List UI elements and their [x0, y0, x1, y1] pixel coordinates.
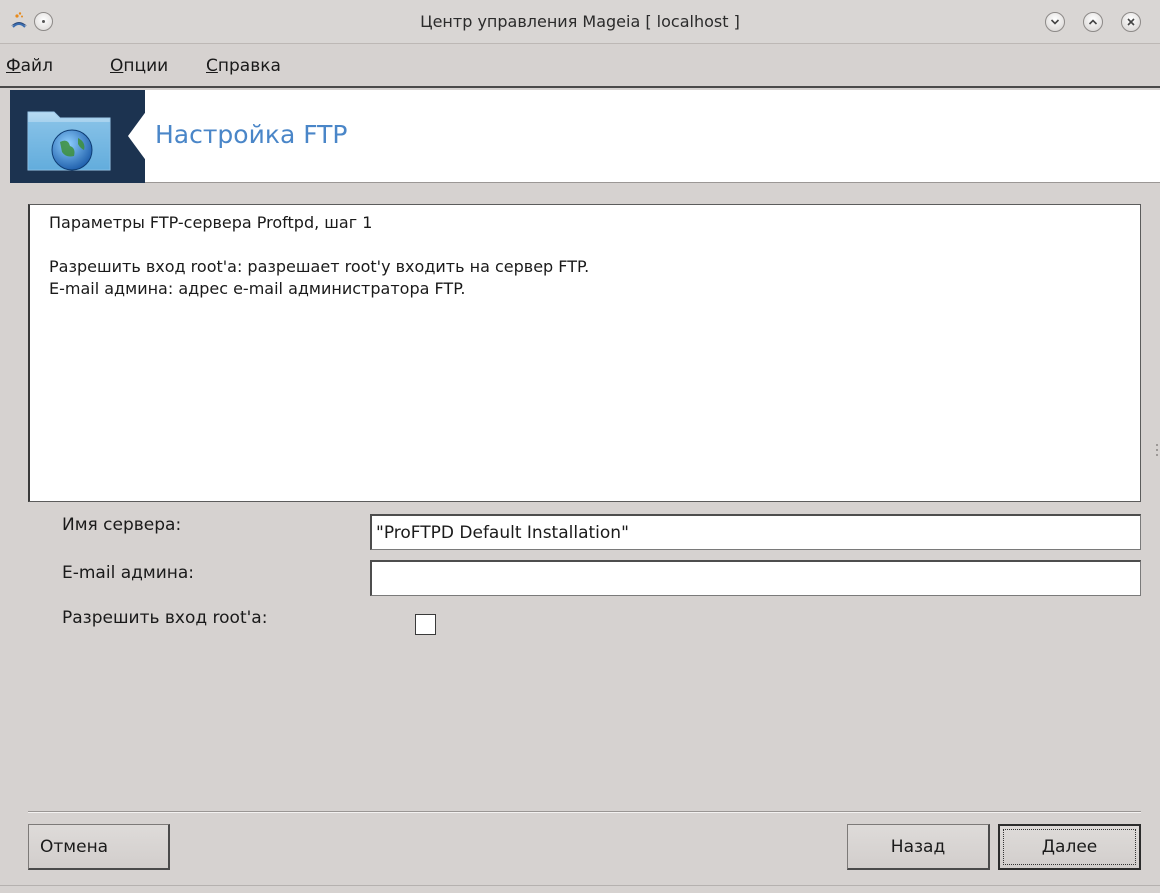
banner-icon-panel	[10, 90, 145, 183]
allow-root-label: Разрешить вход root'а:	[62, 608, 268, 628]
description-line: E-mail админа: адрес e-mail администрато…	[49, 279, 466, 298]
banner-arrow-notch	[128, 106, 150, 166]
next-button-label: Далее	[1003, 829, 1136, 865]
back-button[interactable]: Назад	[847, 824, 990, 870]
maximize-button[interactable]	[1083, 12, 1103, 32]
window-bottom-edge	[0, 885, 1160, 893]
admin-email-input[interactable]	[370, 560, 1141, 596]
cancel-button[interactable]: Отмена	[28, 824, 170, 870]
allow-root-checkbox[interactable]	[415, 614, 436, 635]
menu-options[interactable]: Опции	[110, 56, 168, 76]
description-line	[49, 234, 1140, 256]
server-name-input[interactable]	[370, 514, 1141, 550]
chevron-up-icon	[1088, 19, 1098, 25]
minimize-button[interactable]	[1045, 12, 1065, 32]
menu-file-mnemonic: Ф	[6, 56, 21, 76]
chevron-down-icon	[1050, 19, 1060, 25]
menu-help-mnemonic: С	[206, 56, 218, 76]
menubar: Файл Опции Справка	[0, 48, 1160, 88]
button-separator	[28, 811, 1141, 813]
header-banner: Настройка FTP	[10, 90, 1160, 183]
resize-grip-icon[interactable]	[1155, 443, 1159, 457]
description-line: Разрешить вход root'а: разрешает root'у …	[49, 257, 590, 276]
description-panel: Параметры FTP-сервера Proftpd, шаг 1 Раз…	[28, 204, 1141, 502]
window-titlebar: Центр управления Mageia [ localhost ]	[0, 0, 1160, 44]
close-icon	[1127, 18, 1135, 26]
admin-email-label: E-mail админа:	[62, 563, 195, 583]
next-button[interactable]: Далее	[998, 824, 1141, 870]
window-title: Центр управления Mageia [ localhost ]	[420, 12, 740, 31]
server-name-label: Имя сервера:	[62, 515, 182, 535]
menu-options-mnemonic: О	[110, 56, 124, 76]
menu-help-label: правка	[217, 56, 281, 76]
ftp-folder-globe-icon	[27, 111, 111, 171]
page-title: Настройка FTP	[155, 120, 348, 149]
menu-file-label: айл	[20, 56, 53, 76]
menu-file[interactable]: Файл	[6, 56, 53, 76]
menu-help[interactable]: Справка	[206, 56, 281, 76]
close-button[interactable]	[1121, 12, 1141, 32]
menu-options-label: пции	[123, 56, 169, 76]
description-line: Параметры FTP-сервера Proftpd, шаг 1	[49, 213, 373, 232]
